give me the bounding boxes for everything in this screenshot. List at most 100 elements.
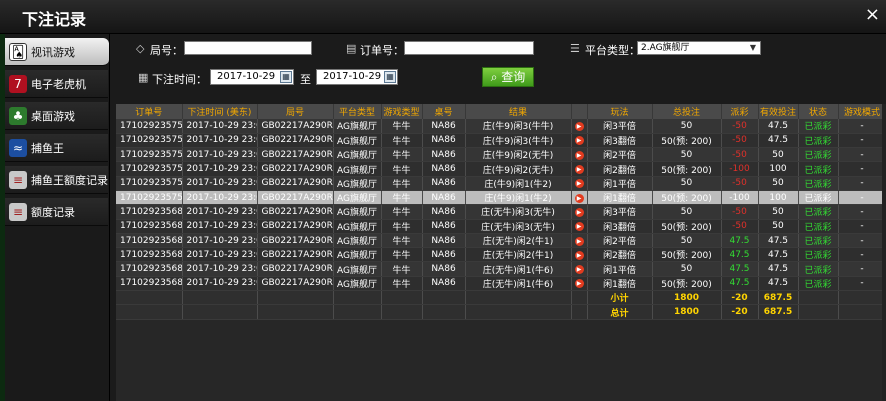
table-row[interactable]: 171029235682 2017-10-29 23:0 GB02217A290R0… [116, 233, 886, 249]
summary-cell [571, 304, 588, 320]
summary-cell: 687.5 [758, 304, 799, 320]
table-cell: - [838, 247, 886, 263]
column-header[interactable]: 下注时间 (美东) [182, 104, 258, 119]
table-cell: - [838, 233, 886, 249]
clipboard-icon: ▤ [346, 42, 357, 55]
table-cell: 171029235756 [116, 133, 183, 149]
table-cell: 庄(牛9)闲1(牛2) [465, 190, 572, 206]
date-to-input[interactable]: 2017-10-29 ▦ [316, 69, 398, 85]
table-cell: 已派彩 [798, 133, 839, 149]
platform-select[interactable]: 2.AG旗舰厅 ▼ [637, 41, 761, 55]
summary-cell [116, 304, 183, 320]
sidebar-item-0[interactable]: 🂡 视讯游戏 [5, 38, 109, 66]
column-header[interactable] [571, 104, 588, 119]
list-icon: ☰ [570, 42, 580, 55]
column-header[interactable]: 游戏模式 [838, 104, 886, 119]
table-cell: 50(预: 200) [652, 161, 722, 177]
column-header[interactable]: 局号 [257, 104, 334, 119]
table-row[interactable]: 171029235682 2017-10-29 23:0 GB02217A290R0… [116, 219, 886, 234]
vertical-scrollbar[interactable] [882, 104, 886, 401]
table-cell: NA86 [422, 204, 466, 220]
sidebar-item-label: 额度记录 [31, 205, 75, 219]
sidebar-item-label: 电子老虎机 [31, 77, 86, 91]
play-video-icon[interactable]: ▶ [574, 222, 584, 232]
calendar-picker-icon[interactable]: ▦ [280, 71, 292, 83]
play-video-icon[interactable]: ▶ [574, 165, 584, 175]
summary-cell [798, 290, 839, 306]
table-cell: 已派彩 [798, 147, 839, 163]
column-header[interactable]: 有效投注 [758, 104, 799, 119]
play-video-icon[interactable]: ▶ [574, 265, 584, 275]
table-row[interactable]: 171029235756 2017-10-29 23:0 GB02217A290R2… [116, 190, 886, 206]
table-cell: 50 [758, 176, 799, 191]
table-row[interactable]: 171029235682 2017-10-29 23:0 GB02217A290R0… [116, 247, 886, 263]
column-header[interactable]: 游戏类型 [381, 104, 423, 119]
table-row[interactable]: 171029235682 2017-10-29 23:0 GB02217A290R0… [116, 204, 886, 220]
window-title: 下注记录 [22, 10, 87, 29]
play-video-icon[interactable]: ▶ [574, 236, 584, 246]
date-from-input[interactable]: 2017-10-29 ▦ [210, 69, 294, 85]
main-panel: ◇ 局号： ▤ 订单号： ☰ 平台类型： 2.AG旗舰厅 ▼ ▦ 下注时间： 2… [110, 34, 886, 401]
table-cell: 闲3翻倍 [587, 219, 653, 234]
play-video-icon[interactable]: ▶ [574, 193, 584, 203]
play-video-icon[interactable]: ▶ [574, 136, 584, 146]
table-row[interactable]: 171029235756 2017-10-29 23:0 GB02217A290R2… [116, 133, 886, 149]
table-row[interactable]: 171029235756 2017-10-29 23:0 GB02217A290R2… [116, 147, 886, 163]
play-video-icon[interactable]: ▶ [574, 121, 584, 131]
query-button[interactable]: ⌕ 查询 [482, 67, 534, 87]
column-header[interactable]: 平台类型 [333, 104, 382, 119]
calendar-picker-icon[interactable]: ▦ [384, 71, 396, 83]
table-cell: NA86 [422, 261, 466, 277]
table-cell: 50 [652, 119, 722, 134]
table-row[interactable]: 171029235756 2017-10-29 23:0 GB02217A290R2… [116, 161, 886, 177]
table-cell: 50 [652, 261, 722, 277]
column-header[interactable]: 订单号 [116, 104, 183, 119]
table-row[interactable]: 171029235756 2017-10-29 23:0 GB02217A290R2… [116, 119, 886, 134]
summary-cell: 1800 [652, 304, 722, 320]
table-cell: 已派彩 [798, 161, 839, 177]
close-icon[interactable]: × [865, 4, 880, 25]
play-video-icon[interactable]: ▶ [574, 250, 584, 260]
table-cell: -50 [721, 176, 759, 191]
table-cell: 已派彩 [798, 176, 839, 191]
table-cell: 已派彩 [798, 204, 839, 220]
sidebar-item-5[interactable]: ≡ 额度记录 [5, 198, 108, 226]
table-cell: 牛牛 [381, 161, 423, 177]
table-cell: 闲2平倍 [587, 147, 653, 163]
table-cell: 牛牛 [381, 176, 423, 191]
table-cell: AG旗舰厅 [333, 147, 382, 163]
sidebar-item-1[interactable]: 7 电子老虎机 [5, 70, 108, 98]
table-cell: 171029235682 [116, 276, 183, 292]
play-video-icon[interactable]: ▶ [574, 179, 584, 189]
table-cell: GB02217A290R2 [257, 176, 334, 191]
summary-cell [333, 290, 382, 306]
column-header[interactable]: 派彩 [721, 104, 759, 119]
table-row[interactable]: 171029235682 2017-10-29 23:0 GB02217A290R0… [116, 261, 886, 277]
table-cell: NA86 [422, 147, 466, 163]
play-video-icon[interactable]: ▶ [574, 150, 584, 160]
column-header[interactable]: 总投注 [652, 104, 722, 119]
table-cell: 已派彩 [798, 119, 839, 134]
play-video-icon[interactable]: ▶ [574, 207, 584, 217]
game-no-input[interactable] [184, 41, 312, 55]
table-cell: AG旗舰厅 [333, 133, 382, 149]
sidebar-item-3[interactable]: ≈ 捕鱼王 [5, 134, 108, 162]
table-cell: 牛牛 [381, 133, 423, 149]
document-icon: ≡ [9, 202, 27, 221]
table-cell: NA86 [422, 233, 466, 249]
play-video-icon[interactable]: ▶ [574, 279, 584, 289]
sidebar-item-2[interactable]: ♣ 桌面游戏 [5, 102, 108, 130]
column-header[interactable]: 状态 [798, 104, 839, 119]
table-row[interactable]: 171029235756 2017-10-29 23:0 GB02217A290R2… [116, 176, 886, 191]
table-cell: 50 [652, 233, 722, 249]
table-cell: 牛牛 [381, 247, 423, 263]
column-header[interactable]: 桌号 [422, 104, 466, 119]
column-header[interactable]: 玩法 [587, 104, 653, 119]
table-cell: GB02217A290R2 [257, 119, 334, 134]
column-header[interactable]: 结果 [465, 104, 572, 119]
order-no-input[interactable] [404, 41, 534, 55]
table-row[interactable]: 171029235682 2017-10-29 23:0 GB02217A290R0… [116, 276, 886, 292]
sidebar-item-4[interactable]: ≡ 捕鱼王额度记录 [5, 166, 108, 194]
table-cell: 50(预: 200) [652, 133, 722, 149]
table-cell: 庄(无牛)闲2(牛1) [465, 233, 572, 249]
